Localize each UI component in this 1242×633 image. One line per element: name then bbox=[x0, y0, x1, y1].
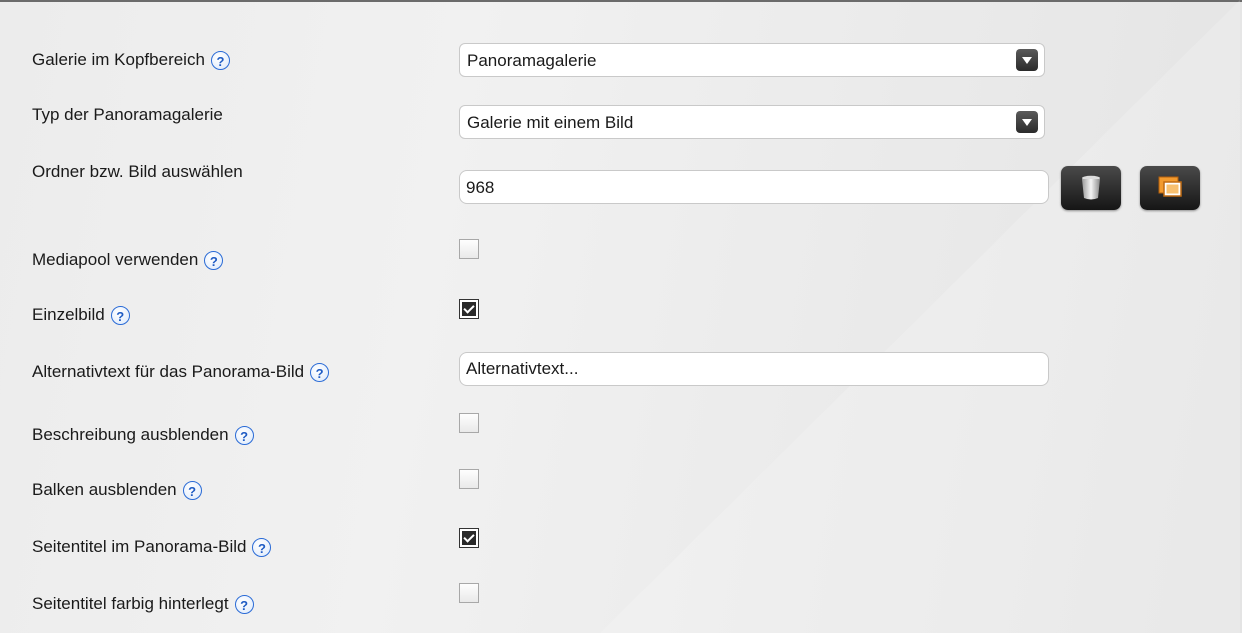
delete-button[interactable] bbox=[1061, 166, 1121, 210]
label-alt-text: Alternativtext für das Panorama-Bild ? bbox=[32, 362, 330, 382]
help-icon[interactable]: ? bbox=[234, 425, 254, 445]
help-icon[interactable]: ? bbox=[252, 537, 272, 557]
help-icon[interactable]: ? bbox=[182, 480, 202, 500]
single-image-checkbox[interactable] bbox=[459, 299, 479, 319]
help-icon[interactable]: ? bbox=[234, 594, 254, 614]
help-icon[interactable]: ? bbox=[310, 362, 330, 382]
alt-text-input[interactable]: Alternativtext... bbox=[459, 352, 1049, 386]
gallery-header-value: Panoramagalerie bbox=[467, 51, 597, 70]
browse-image-button[interactable] bbox=[1140, 166, 1200, 210]
checkmark-icon bbox=[462, 302, 476, 316]
label-hide-description: Beschreibung ausblenden ? bbox=[32, 425, 254, 445]
label-single-image: Einzelbild ? bbox=[32, 305, 130, 325]
label-page-title-in-image: Seitentitel im Panorama-Bild ? bbox=[32, 537, 272, 557]
trash-icon bbox=[1082, 175, 1100, 200]
label-folder-image: Ordner bzw. Bild auswählen bbox=[32, 162, 243, 181]
gallery-type-select[interactable]: Galerie mit einem Bild bbox=[459, 105, 1045, 139]
folder-image-input[interactable]: 968 bbox=[459, 170, 1049, 204]
image-browse-icon bbox=[1158, 176, 1182, 197]
help-icon[interactable]: ? bbox=[110, 305, 130, 325]
label-hide-bar: Balken ausblenden ? bbox=[32, 480, 202, 500]
hide-bar-checkbox[interactable] bbox=[459, 469, 479, 489]
checkmark-icon bbox=[462, 531, 476, 545]
label-gallery-header: Galerie im Kopfbereich ? bbox=[32, 50, 230, 70]
gallery-header-select[interactable]: Panoramagalerie bbox=[459, 43, 1045, 77]
background-shade bbox=[600, 0, 1240, 633]
page-title-colored-checkbox[interactable] bbox=[459, 583, 479, 603]
mediapool-checkbox[interactable] bbox=[459, 239, 479, 259]
hide-description-checkbox[interactable] bbox=[459, 413, 479, 433]
page-title-in-image-checkbox[interactable] bbox=[459, 528, 479, 548]
dropdown-arrow-icon[interactable] bbox=[1016, 49, 1038, 71]
label-gallery-type: Typ der Panoramagalerie bbox=[32, 105, 223, 124]
gallery-type-value: Galerie mit einem Bild bbox=[467, 113, 634, 132]
dropdown-arrow-icon[interactable] bbox=[1016, 111, 1038, 133]
help-icon[interactable]: ? bbox=[204, 250, 224, 270]
help-icon[interactable]: ? bbox=[210, 50, 230, 70]
label-page-title-colored: Seitentitel farbig hinterlegt ? bbox=[32, 594, 254, 614]
label-mediapool: Mediapool verwenden ? bbox=[32, 250, 224, 270]
